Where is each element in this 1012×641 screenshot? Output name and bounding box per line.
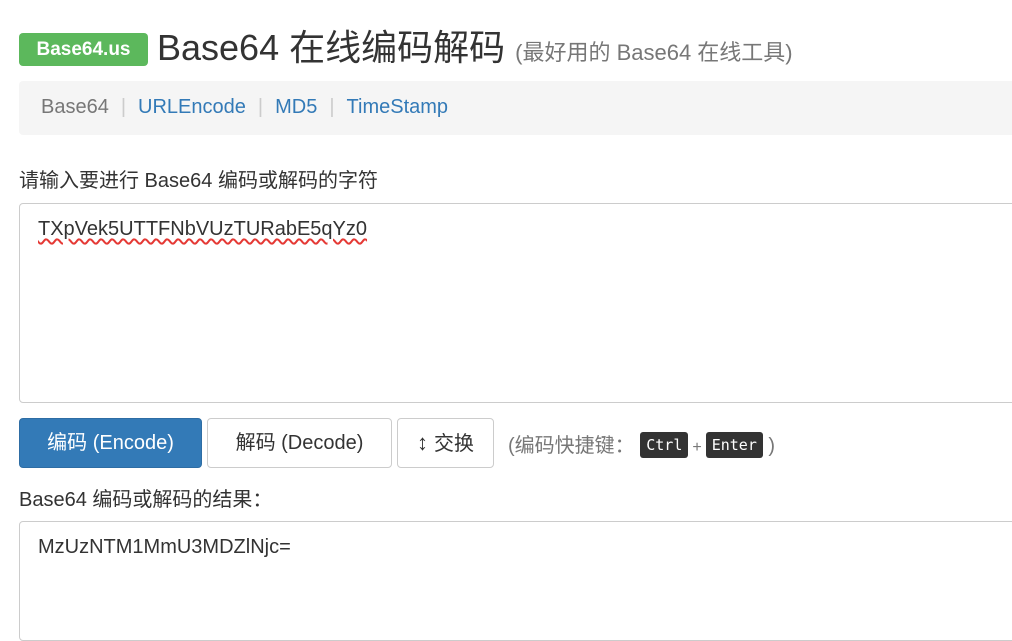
shortcut-hint: (编码快捷键： Ctrl + Enter )	[508, 429, 775, 458]
nav-separator: |	[329, 96, 335, 118]
nav-item-urlencode[interactable]: URLEncode	[138, 96, 246, 118]
result-textarea[interactable]: MzUzNTM1MmU3MDZlNjc=	[19, 521, 1012, 641]
result-label: Base64 编码或解码的结果：	[19, 489, 273, 511]
brand-logo-badge[interactable]: Base64.us	[19, 33, 148, 66]
input-textarea[interactable]: TXpVek5UTTFNbVUzTURabE5qYz0	[19, 203, 1012, 403]
kbd-ctrl: Ctrl	[640, 432, 689, 458]
nav-item-md5[interactable]: MD5	[275, 96, 317, 118]
page-title: Base64 在线编码解码 (最好用的 Base64 在线工具)	[157, 26, 793, 75]
nav-item-base64: Base64	[41, 96, 109, 118]
nav-list: Base64 | URLEncode | MD5 | TimeStamp	[41, 96, 448, 119]
swap-button-label: 交换	[434, 433, 474, 455]
nav-separator: |	[120, 96, 127, 118]
encode-button[interactable]: 编码 (Encode)	[19, 418, 202, 468]
page-title-text: Base64 在线编码解码	[157, 27, 506, 68]
shortcut-hint-prefix: (编码快捷键：	[508, 435, 635, 457]
nav-separator: |	[257, 96, 264, 118]
swap-button[interactable]: ↕ 交换	[397, 418, 494, 468]
input-textarea-value: TXpVek5UTTFNbVUzTURabE5qYz0	[38, 218, 368, 240]
decode-button[interactable]: 解码 (Decode)	[207, 418, 392, 468]
nav-breadcrumb-bar: Base64 | URLEncode | MD5 | TimeStamp	[19, 81, 1012, 135]
input-label: 请输入要进行 Base64 编码或解码的字符	[19, 170, 378, 192]
swap-arrows-icon: ↕	[417, 430, 428, 455]
kbd-enter: Enter	[705, 432, 763, 458]
result-textarea-value: MzUzNTM1MmU3MDZlNjc=	[38, 536, 291, 558]
shortcut-hint-suffix: )	[768, 435, 776, 457]
page-subtitle: (最好用的 Base64 在线工具)	[515, 40, 793, 65]
kbd-plus: +	[692, 439, 702, 456]
nav-item-timestamp[interactable]: TimeStamp	[347, 96, 449, 118]
